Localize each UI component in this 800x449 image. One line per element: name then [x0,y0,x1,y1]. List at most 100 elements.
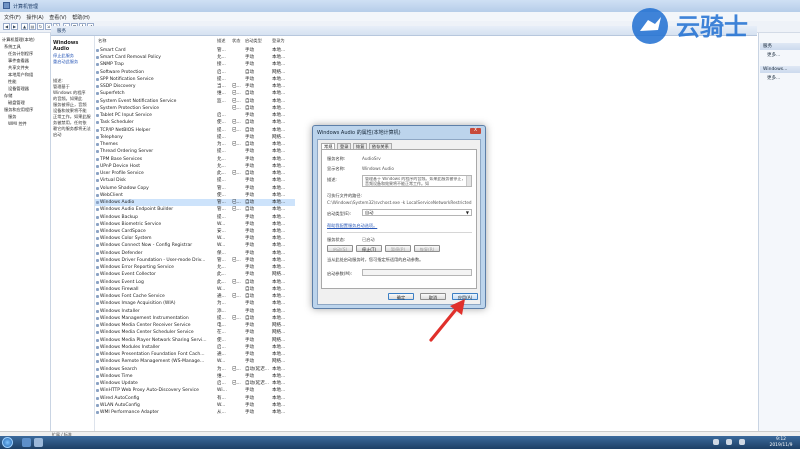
actions-more-link[interactable]: 更多... [767,75,780,81]
back-icon[interactable]: ◀ [3,23,10,30]
service-row[interactable]: Windows Font Cache Service 通... 已... 自动 本地..… [95,293,295,300]
service-row[interactable]: Themes 为... 已... 自动 本地... [95,141,295,148]
tree-node[interactable]: 共享文件夹 [8,65,29,71]
service-row[interactable]: TPM Base Services 允... 手动 本地... [95,156,295,163]
actions-more-link[interactable]: 更多... [767,52,780,58]
start-params-input[interactable] [362,269,472,276]
column-name[interactable]: 名称 [98,38,106,44]
service-row[interactable]: SPP Notification Service 提... 手动 本地... [95,76,295,83]
tree-node[interactable]: 本地用户和组 [8,72,33,78]
clock[interactable]: 9:12 2019/11/9 [764,437,798,448]
service-row[interactable]: Windows Image Acquisition (WIA) 为... 手动 本地.… [95,300,295,307]
resume-button[interactable]: 恢复(R) [414,245,440,252]
service-row[interactable]: System Protection Service 已... 自动 本地... [95,105,295,112]
service-row[interactable]: Virtual Disk 提... 手动 本地... [95,177,295,184]
explorer-taskbar-icon[interactable] [34,438,43,447]
service-row[interactable]: Windows Update 启... 已... 自动(延迟... 本地... [95,380,295,387]
column-startup-type[interactable]: 启动类型 [245,38,262,44]
service-row[interactable]: WMI Performance Adapter 从... 手动 本地... [95,409,295,416]
service-row[interactable]: UPnP Device Host 允... 手动 本地... [95,163,295,170]
service-row[interactable]: Windows Error Reporting Service 允... 手动 本地.… [95,264,295,271]
tray-network-icon[interactable] [726,439,732,445]
service-row[interactable]: Windows Modules Installer 启... 手动 本地... [95,344,295,351]
service-row[interactable]: Volume Shadow Copy 管... 手动 本地... [95,185,295,192]
column-description[interactable]: 描述 [217,38,225,44]
service-row[interactable]: Thread Ordering Server 提... 手动 本地... [95,148,295,155]
column-logon-as[interactable]: 登录为 [272,38,285,44]
tree-node[interactable]: 服务和应用程序 [4,107,33,113]
service-row[interactable]: Windows Defender 保... 手动 本地... [95,250,295,257]
menu-file[interactable]: 文件(F) [4,14,21,21]
tree-node[interactable]: 磁盘管理 [8,100,25,106]
service-row[interactable]: Windows Audio Endpoint Builder 管... 已... 自动… [95,206,295,213]
service-row[interactable]: Windows Installer 添... 手动 本地... [95,308,295,315]
actions-header-selected[interactable]: Windows... [760,66,800,73]
menu-help[interactable]: 帮助(H) [72,14,90,21]
service-row[interactable]: Windows Remote Management (WS-Manage... W… [95,358,295,365]
service-row[interactable]: Windows Management Instrumentation 提... 已.… [95,315,295,322]
service-row[interactable]: Telephony 提... 手动 网络... [95,134,295,141]
up-icon[interactable]: ▲ [21,23,28,30]
service-row[interactable]: Software Protection 启... 自动 网络... [95,69,295,76]
service-row[interactable]: System Event Notification Service 监... 已..… [95,98,295,105]
service-row[interactable]: SNMP Trap 接... 手动 本地... [95,61,295,68]
service-row[interactable]: Superfetch 维... 已... 自动 本地... [95,90,295,97]
close-icon[interactable]: X [470,128,481,134]
service-row[interactable]: Wired AutoConfig 有... 手动 本地... [95,395,295,402]
ok-button[interactable]: 确定 [388,293,414,300]
tree-node[interactable]: 性能 [8,79,16,85]
service-row[interactable]: Windows Event Collector 此... 手动 网络... [95,271,295,278]
service-row[interactable]: SSDP Discovery 当... 已... 手动 本地... [95,83,295,90]
start-button[interactable]: 启动(S) [327,245,353,252]
tree-node[interactable]: 事件查看器 [8,58,29,64]
service-row[interactable]: Smart Card 管... 手动 本地... [95,47,295,54]
service-row[interactable]: User Profile Service 此... 已... 自动 本地... [95,170,295,177]
menu-action[interactable]: 操作(A) [26,14,43,21]
service-row[interactable]: Windows Presentation Foundation Font Cac… [95,351,295,358]
service-row[interactable]: Windows Media Center Scheduler Service 在.… [95,329,295,336]
start-button-icon[interactable] [2,437,13,448]
service-row[interactable]: Windows Color System W... 手动 本地... [95,235,295,242]
menu-view[interactable]: 查看(V) [49,14,66,21]
service-row[interactable]: Windows Firewall W... 自动 本地... [95,286,295,293]
tree-node[interactable]: 系统工具 [4,44,21,50]
pause-button[interactable]: 暂停(P) [385,245,411,252]
description-box[interactable]: 管理基于 Windows 的程序的音频。如果此服务被停止，音频设备和效果将不能正… [362,175,472,187]
tree-node[interactable]: WMI 控件 [8,121,27,127]
service-row[interactable]: WebClient 使... 手动 本地... [95,192,295,199]
properties-icon[interactable]: ▤ [29,23,36,30]
tree-node[interactable]: 存储 [4,93,12,99]
service-row[interactable]: TCP/IP NetBIOS Helper 提... 已... 自动 本地... [95,127,295,134]
startup-type-select[interactable]: 自动 ▼ [362,209,472,216]
service-row[interactable]: Windows Connect Now - Config Registrar W.… [95,242,295,249]
service-row[interactable]: Windows Search 为... 已... 自动(延迟... 本地... [95,366,295,373]
service-row[interactable]: Windows Biometric Service W... 手动 本地... [95,221,295,228]
service-row[interactable]: Windows Media Center Receiver Service 电..… [95,322,295,329]
service-row[interactable]: Windows Driver Foundation - User-mode Dr… [95,257,295,264]
service-row[interactable]: Smart Card Removal Policy 允... 手动 本地... [95,54,295,61]
service-row-selected[interactable]: Windows Audio 管... 已... 自动 本地... [95,199,295,207]
refresh-icon[interactable]: ↻ [37,23,44,30]
service-row[interactable]: Windows Media Player Network Sharing Ser… [95,337,295,344]
restart-service-link[interactable]: 重启动此服务 [53,59,78,65]
service-row[interactable]: Tablet PC Input Service 启... 手动 本地... [95,112,295,119]
service-row[interactable]: WinHTTP Web Proxy Auto-Discovery Service… [95,387,295,394]
stop-button[interactable]: 停止(T) [356,245,382,252]
chevron-down-icon[interactable]: ▼ [466,210,469,216]
description-scrollbar[interactable] [466,176,471,186]
service-row[interactable]: Windows Time 维... 手动 本地... [95,373,295,380]
service-row[interactable]: Task Scheduler 使... 已... 自动 本地... [95,119,295,126]
service-row[interactable]: Windows Backup 提... 手动 本地... [95,214,295,221]
computer-management-taskbar-icon[interactable] [22,438,31,447]
tree-node[interactable]: 设备管理器 [8,86,29,92]
tray-flag-icon[interactable] [713,439,719,445]
service-row[interactable]: Windows CardSpace 安... 手动 本地... [95,228,295,235]
tray-volume-icon[interactable] [739,439,745,445]
column-status[interactable]: 状态 [232,38,240,44]
tree-node[interactable]: 计算机管理(本地) [2,37,35,43]
tree-node[interactable]: 服务 [8,114,16,120]
help-startup-link[interactable]: 帮助我配置服务启动选项。 [327,223,377,229]
service-row[interactable]: WLAN AutoConfig W... 手动 本地... [95,402,295,409]
tree-node[interactable]: 任务计划程序 [8,51,33,57]
forward-icon[interactable]: ▶ [11,23,18,30]
